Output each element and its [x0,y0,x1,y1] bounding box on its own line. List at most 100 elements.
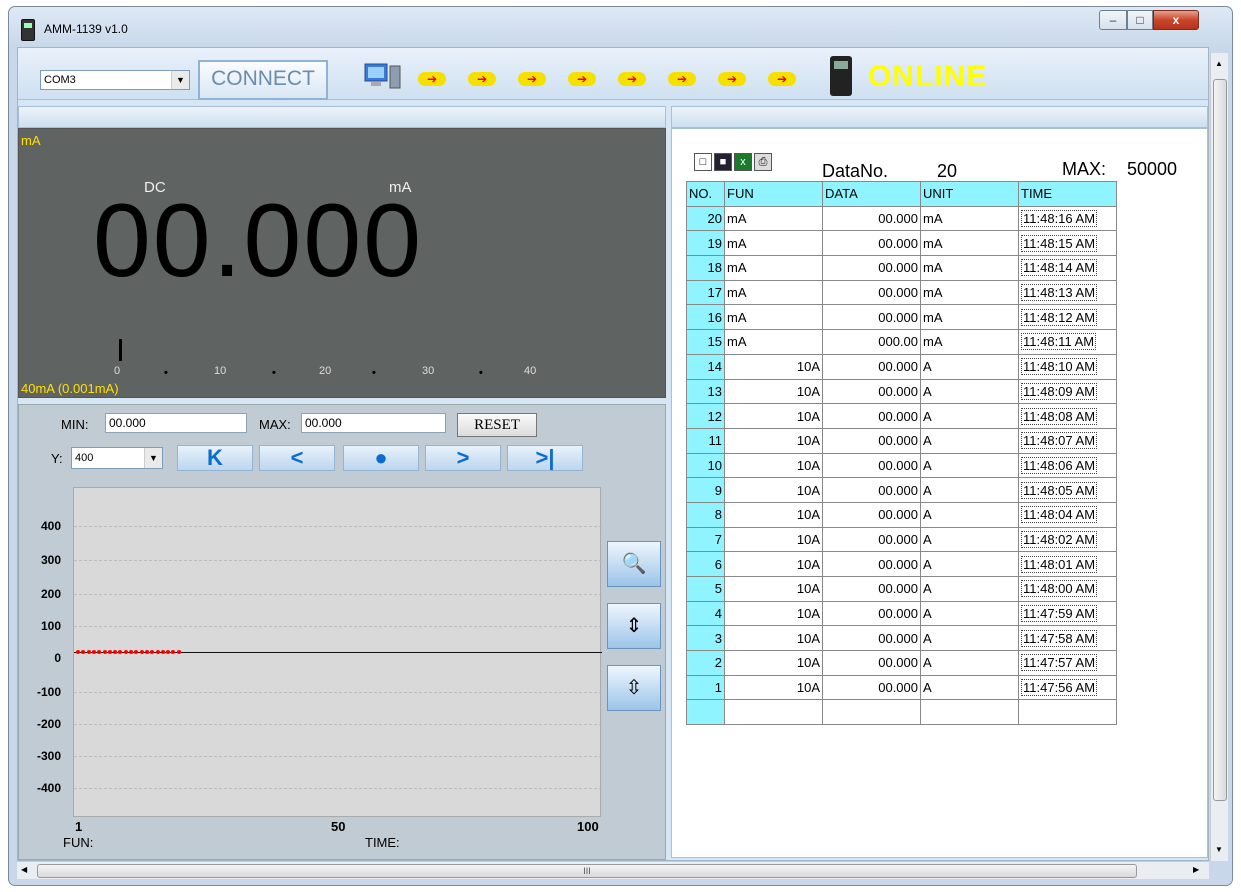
empty-cell [1018,699,1117,726]
table-row[interactable]: 7 10A 00.000 A 11:48:02 AM [686,526,1117,553]
scroll-right-icon[interactable]: ▶ [1193,865,1199,874]
data-points [74,488,602,818]
last-record-button[interactable]: >| [507,445,583,471]
scale-dot: • [164,367,168,379]
com-port-select[interactable]: COM3 ▼ [40,70,190,90]
table-row[interactable]: 13 10A 00.000 A 11:48:09 AM [686,378,1117,405]
vertical-scrollbar[interactable]: ▲ ▼ [1210,53,1228,861]
horizontal-scrollbar[interactable]: ◀ III ▶ [17,861,1209,879]
close-button[interactable]: x [1153,10,1199,30]
excel-export-icon[interactable]: x [734,153,752,171]
log-max-label: MAX: [1062,159,1107,179]
connect-button[interactable]: CONNECT [198,60,328,100]
expand-arrows-icon: ⇕ [625,615,643,637]
cell-time: 11:48:02 AM [1018,526,1117,553]
cell-fun: mA [724,304,823,331]
cell-fun: 10A [724,576,823,602]
minimize-button[interactable]: – [1099,10,1127,30]
bargraph-indicator [119,339,122,361]
next-record-button[interactable]: > [425,445,501,471]
time-value: 11:47:59 AM [1021,605,1098,623]
cell-unit: A [920,551,1019,577]
y-tick-label: 200 [40,587,61,601]
app-window: AMM-1139 v1.0 – □ x COM3 ▼ CONNECT ➔ ➔ ➔… [8,6,1233,886]
data-point [107,650,112,654]
vertical-scroll-thumb[interactable] [1213,79,1227,801]
cell-data: 00.000 [822,403,921,429]
table-row[interactable]: 11 10A 00.000 A 11:48:07 AM [686,427,1117,454]
cell-unit: mA [920,329,1019,355]
table-row[interactable]: 1 10A 00.000 A 11:47:56 AM [686,674,1117,701]
zoom-icon: 🔍 [621,553,647,575]
cell-unit: mA [920,205,1019,232]
cell-time: 11:48:12 AM [1018,304,1117,331]
compress-arrows-icon: ⇳ [625,677,643,699]
scroll-down-icon[interactable]: ▼ [1215,845,1223,854]
table-row[interactable]: 19 mA 00.000 mA 11:48:15 AM [686,230,1117,257]
data-point [86,650,91,654]
header-data: DATA [822,181,921,207]
title-bar: AMM-1139 v1.0 – □ x [9,7,1232,47]
scroll-grip: III [583,866,591,876]
table-row[interactable]: 8 10A 00.000 A 11:48:04 AM [686,501,1117,528]
data-point [176,650,181,654]
table-row[interactable]: 10 10A 00.000 A 11:48:06 AM [686,452,1117,479]
arrow-right-icon: ➔ [668,72,696,86]
cell-data: 00.000 [822,576,921,602]
header-fun: FUN [724,181,823,207]
reset-button[interactable]: RESET [457,413,537,437]
table-row[interactable]: 16 mA 00.000 mA 11:48:12 AM [686,304,1117,331]
save-icon[interactable]: ■ [714,153,732,171]
time-value: 11:47:57 AM [1021,654,1098,672]
chevron-down-icon[interactable]: ▼ [171,71,189,89]
table-row[interactable]: 4 10A 00.000 A 11:47:59 AM [686,600,1117,627]
cell-unit: mA [920,230,1019,257]
time-value: 11:48:14 AM [1021,259,1098,277]
zoom-button[interactable]: 🔍 [607,541,661,587]
y-scale-select[interactable]: 400 ▼ [71,447,163,469]
cell-unit: A [920,452,1019,479]
table-row[interactable]: 14 10A 00.000 A 11:48:10 AM [686,353,1117,380]
cell-time: 11:47:58 AM [1018,625,1117,652]
print-icon[interactable]: ⎙ [754,153,772,171]
record-button[interactable]: ● [343,445,419,471]
cell-fun: 10A [724,501,823,528]
y-tick-label: -400 [36,781,61,795]
cell-data: 00.000 [822,477,921,503]
horizontal-scroll-thumb[interactable]: III [37,864,1137,878]
multimeter-icon [830,56,852,96]
compress-y-button[interactable]: ⇳ [607,665,661,711]
cell-no: 12 [686,403,725,429]
arrow-right-icon: ➔ [718,72,746,86]
table-row[interactable]: 6 10A 00.000 A 11:48:01 AM [686,551,1117,577]
y-tick-label: -200 [36,717,61,731]
table-row[interactable]: 18 mA 00.000 mA 11:48:14 AM [686,255,1117,281]
scroll-left-icon[interactable]: ◀ [21,865,27,874]
table-row[interactable]: 5 10A 00.000 A 11:48:00 AM [686,576,1117,602]
data-point [139,650,144,654]
scroll-up-icon[interactable]: ▲ [1215,59,1223,68]
scale-tick: 20 [319,365,332,377]
table-row[interactable]: 12 10A 00.000 A 11:48:08 AM [686,403,1117,429]
table-row[interactable]: 2 10A 00.000 A 11:47:57 AM [686,650,1117,676]
maximize-button[interactable]: □ [1127,10,1153,30]
table-row[interactable]: 20 mA 00.000 mA 11:48:16 AM [686,205,1117,232]
cell-data: 00.000 [822,279,921,306]
time-value: 11:48:00 AM [1021,580,1098,598]
cell-fun: mA [724,255,823,281]
table-row[interactable]: 17 mA 00.000 mA 11:48:13 AM [686,279,1117,306]
table-row[interactable]: 15 mA 000.00 mA 11:48:11 AM [686,329,1117,355]
table-row[interactable]: 3 10A 00.000 A 11:47:58 AM [686,625,1117,652]
cell-time: 11:47:56 AM [1018,674,1117,701]
cell-unit: A [920,526,1019,553]
table-row[interactable]: 9 10A 00.000 A 11:48:05 AM [686,477,1117,503]
first-record-button[interactable]: K [177,445,253,471]
new-file-icon[interactable]: □ [694,153,712,171]
expand-y-button[interactable]: ⇕ [607,603,661,649]
cell-time: 11:48:05 AM [1018,477,1117,503]
chevron-down-icon[interactable]: ▼ [144,448,162,468]
scale-dot: • [272,367,276,379]
table-row-empty[interactable] [686,699,1117,726]
time-value: 11:48:11 AM [1021,333,1097,351]
previous-record-button[interactable]: < [259,445,335,471]
